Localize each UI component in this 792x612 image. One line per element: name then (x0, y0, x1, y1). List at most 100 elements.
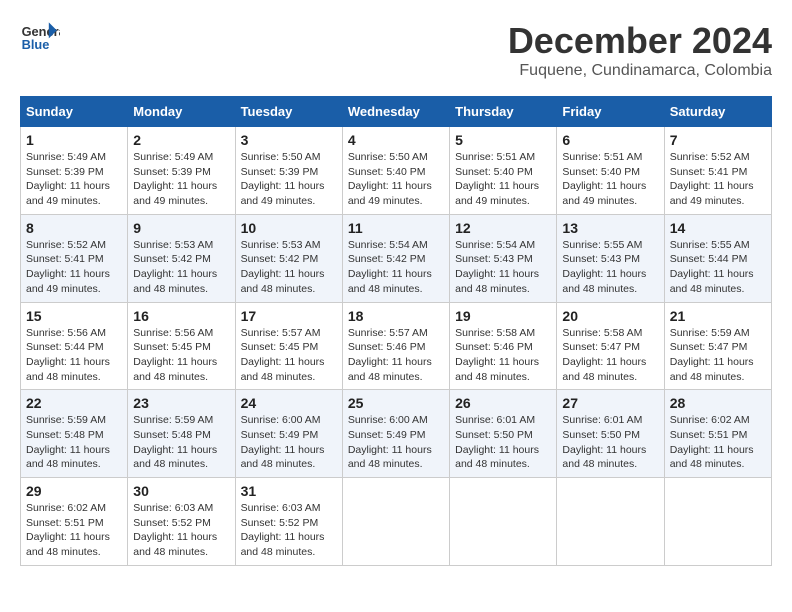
day-info: Sunrise: 5:54 AM Sunset: 5:43 PM Dayligh… (455, 238, 551, 297)
table-cell: 26 Sunrise: 6:01 AM Sunset: 5:50 PM Dayli… (450, 390, 557, 478)
day-info: Sunrise: 6:02 AM Sunset: 5:51 PM Dayligh… (670, 413, 766, 472)
svg-text:Blue: Blue (22, 37, 50, 52)
table-cell (664, 478, 771, 566)
table-cell: 28 Sunrise: 6:02 AM Sunset: 5:51 PM Dayli… (664, 390, 771, 478)
col-saturday: Saturday (664, 97, 771, 127)
table-cell: 7 Sunrise: 5:52 AM Sunset: 5:41 PM Daylig… (664, 127, 771, 215)
day-info: Sunrise: 5:52 AM Sunset: 5:41 PM Dayligh… (26, 238, 122, 297)
day-info: Sunrise: 6:03 AM Sunset: 5:52 PM Dayligh… (241, 501, 337, 560)
col-sunday: Sunday (21, 97, 128, 127)
table-cell: 29 Sunrise: 6:02 AM Sunset: 5:51 PM Dayli… (21, 478, 128, 566)
table-row: 22Sunrise: 5:59 AM Sunset: 5:48 PM Dayli… (21, 390, 772, 478)
table-cell (557, 478, 664, 566)
day-info: Sunrise: 5:52 AM Sunset: 5:41 PM Dayligh… (670, 150, 766, 209)
table-cell: 22Sunrise: 5:59 AM Sunset: 5:48 PM Dayli… (21, 390, 128, 478)
day-info: Sunrise: 5:59 AM Sunset: 5:48 PM Dayligh… (133, 413, 229, 472)
day-info: Sunrise: 5:49 AM Sunset: 5:39 PM Dayligh… (26, 150, 122, 209)
col-friday: Friday (557, 97, 664, 127)
month-title: December 2024 (508, 20, 772, 62)
day-info: Sunrise: 5:59 AM Sunset: 5:47 PM Dayligh… (670, 326, 766, 385)
day-number: 23 (133, 395, 229, 411)
day-info: Sunrise: 5:57 AM Sunset: 5:46 PM Dayligh… (348, 326, 444, 385)
table-cell: 11 Sunrise: 5:54 AM Sunset: 5:42 PM Dayli… (342, 214, 449, 302)
day-info: Sunrise: 5:56 AM Sunset: 5:45 PM Dayligh… (133, 326, 229, 385)
header: General Blue December 2024 Fuquene, Cund… (20, 20, 772, 80)
table-cell (342, 478, 449, 566)
day-info: Sunrise: 6:01 AM Sunset: 5:50 PM Dayligh… (562, 413, 658, 472)
day-info: Sunrise: 6:00 AM Sunset: 5:49 PM Dayligh… (348, 413, 444, 472)
table-row: 8 Sunrise: 5:52 AM Sunset: 5:41 PM Daylig… (21, 214, 772, 302)
table-cell: 18 Sunrise: 5:57 AM Sunset: 5:46 PM Dayli… (342, 302, 449, 390)
table-row: 1 Sunrise: 5:49 AM Sunset: 5:39 PM Daylig… (21, 127, 772, 215)
col-tuesday: Tuesday (235, 97, 342, 127)
calendar-table: Sunday Monday Tuesday Wednesday Thursday… (20, 96, 772, 566)
table-cell: 15 Sunrise: 5:56 AM Sunset: 5:44 PM Dayli… (21, 302, 128, 390)
table-cell (450, 478, 557, 566)
header-row: Sunday Monday Tuesday Wednesday Thursday… (21, 97, 772, 127)
day-info: Sunrise: 5:57 AM Sunset: 5:45 PM Dayligh… (241, 326, 337, 385)
day-number: 2 (133, 132, 229, 148)
day-info: Sunrise: 5:55 AM Sunset: 5:43 PM Dayligh… (562, 238, 658, 297)
day-number: 13 (562, 220, 658, 236)
day-info: Sunrise: 5:58 AM Sunset: 5:47 PM Dayligh… (562, 326, 658, 385)
day-info: Sunrise: 5:55 AM Sunset: 5:44 PM Dayligh… (670, 238, 766, 297)
col-thursday: Thursday (450, 97, 557, 127)
table-cell: 4 Sunrise: 5:50 AM Sunset: 5:40 PM Daylig… (342, 127, 449, 215)
table-cell: 31 Sunrise: 6:03 AM Sunset: 5:52 PM Dayli… (235, 478, 342, 566)
table-cell: 8 Sunrise: 5:52 AM Sunset: 5:41 PM Daylig… (21, 214, 128, 302)
day-number: 11 (348, 220, 444, 236)
location-title: Fuquene, Cundinamarca, Colombia (508, 62, 772, 80)
day-number: 9 (133, 220, 229, 236)
day-info: Sunrise: 6:00 AM Sunset: 5:49 PM Dayligh… (241, 413, 337, 472)
table-cell: 13 Sunrise: 5:55 AM Sunset: 5:43 PM Dayli… (557, 214, 664, 302)
day-info: Sunrise: 5:53 AM Sunset: 5:42 PM Dayligh… (133, 238, 229, 297)
day-number: 20 (562, 308, 658, 324)
table-cell: 2 Sunrise: 5:49 AM Sunset: 5:39 PM Daylig… (128, 127, 235, 215)
day-info: Sunrise: 6:02 AM Sunset: 5:51 PM Dayligh… (26, 501, 122, 560)
table-cell: 27 Sunrise: 6:01 AM Sunset: 5:50 PM Dayli… (557, 390, 664, 478)
table-cell: 6Sunrise: 5:51 AM Sunset: 5:40 PM Daylig… (557, 127, 664, 215)
table-cell: 17Sunrise: 5:57 AM Sunset: 5:45 PM Dayli… (235, 302, 342, 390)
day-info: Sunrise: 5:50 AM Sunset: 5:39 PM Dayligh… (241, 150, 337, 209)
day-number: 15 (26, 308, 122, 324)
title-section: December 2024 Fuquene, Cundinamarca, Col… (508, 20, 772, 80)
table-cell: 5Sunrise: 5:51 AM Sunset: 5:40 PM Daylig… (450, 127, 557, 215)
day-number: 21 (670, 308, 766, 324)
day-info: Sunrise: 6:03 AM Sunset: 5:52 PM Dayligh… (133, 501, 229, 560)
day-info: Sunrise: 5:56 AM Sunset: 5:44 PM Dayligh… (26, 326, 122, 385)
day-info: Sunrise: 5:59 AM Sunset: 5:48 PM Dayligh… (26, 413, 122, 472)
day-info: Sunrise: 5:54 AM Sunset: 5:42 PM Dayligh… (348, 238, 444, 297)
day-number: 26 (455, 395, 551, 411)
day-number: 29 (26, 483, 122, 499)
day-number: 4 (348, 132, 444, 148)
day-number: 14 (670, 220, 766, 236)
day-info: Sunrise: 5:50 AM Sunset: 5:40 PM Dayligh… (348, 150, 444, 209)
day-number: 10 (241, 220, 337, 236)
day-info: Sunrise: 5:53 AM Sunset: 5:42 PM Dayligh… (241, 238, 337, 297)
day-number: 31 (241, 483, 337, 499)
day-number: 24 (241, 395, 337, 411)
logo: General Blue (20, 20, 64, 56)
day-number: 16 (133, 308, 229, 324)
day-number: 27 (562, 395, 658, 411)
table-cell: 12 Sunrise: 5:54 AM Sunset: 5:43 PM Dayli… (450, 214, 557, 302)
day-number: 28 (670, 395, 766, 411)
day-info: Sunrise: 5:51 AM Sunset: 5:40 PM Dayligh… (455, 150, 551, 209)
day-number: 12 (455, 220, 551, 236)
day-number: 18 (348, 308, 444, 324)
day-number: 8 (26, 220, 122, 236)
table-cell: 30 Sunrise: 6:03 AM Sunset: 5:52 PM Dayli… (128, 478, 235, 566)
day-number: 19 (455, 308, 551, 324)
table-cell: 3Sunrise: 5:50 AM Sunset: 5:39 PM Daylig… (235, 127, 342, 215)
table-cell: 21 Sunrise: 5:59 AM Sunset: 5:47 PM Dayli… (664, 302, 771, 390)
logo-icon: General Blue (20, 20, 60, 56)
table-cell: 20 Sunrise: 5:58 AM Sunset: 5:47 PM Dayli… (557, 302, 664, 390)
day-info: Sunrise: 5:51 AM Sunset: 5:40 PM Dayligh… (562, 150, 658, 209)
day-number: 7 (670, 132, 766, 148)
table-cell: 24 Sunrise: 6:00 AM Sunset: 5:49 PM Dayli… (235, 390, 342, 478)
day-info: Sunrise: 5:58 AM Sunset: 5:46 PM Dayligh… (455, 326, 551, 385)
day-info: Sunrise: 6:01 AM Sunset: 5:50 PM Dayligh… (455, 413, 551, 472)
day-number: 30 (133, 483, 229, 499)
day-number: 1 (26, 132, 122, 148)
day-info: Sunrise: 5:49 AM Sunset: 5:39 PM Dayligh… (133, 150, 229, 209)
